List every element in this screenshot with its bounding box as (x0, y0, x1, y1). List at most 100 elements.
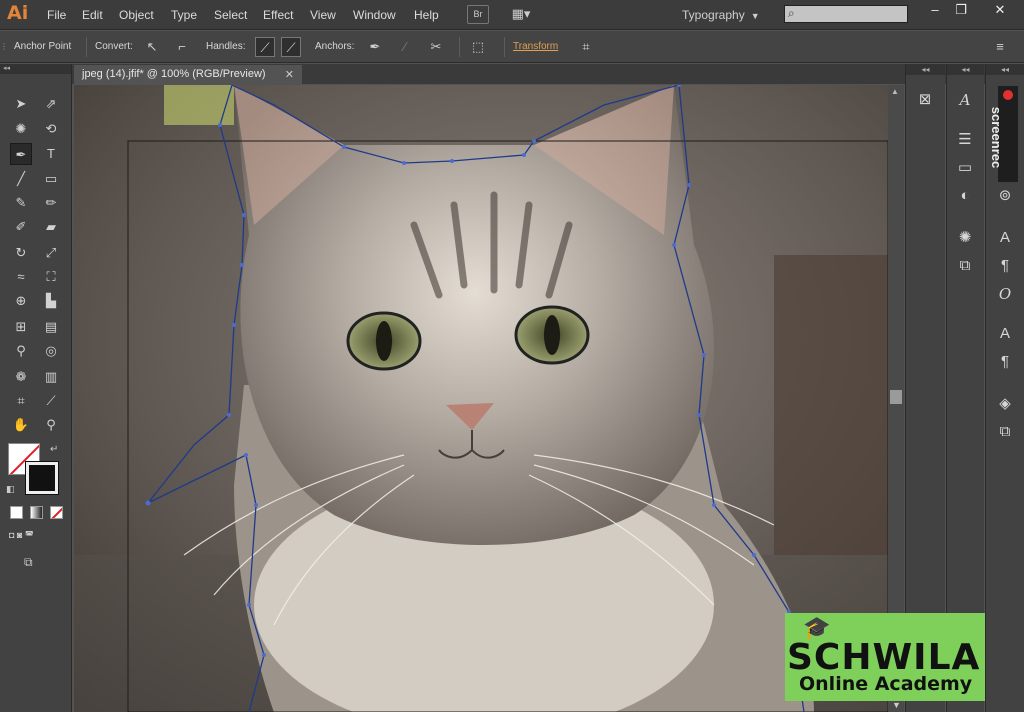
gradient-mode-icon[interactable] (30, 506, 43, 519)
menu-file[interactable]: File (47, 8, 66, 22)
workspace-switcher[interactable]: Typography ▼ (682, 8, 760, 22)
column-graph-tool-icon[interactable]: ▥ (40, 366, 62, 388)
grip-icon: ⋮ (0, 42, 8, 51)
hide-handles-icon[interactable]: ⟋ (281, 37, 301, 57)
rectangle-tool-icon[interactable]: ▭ (40, 168, 62, 190)
workspace-label: Typography (682, 8, 745, 22)
menu-select[interactable]: Select (214, 8, 247, 22)
close-icon[interactable]: ✕ (285, 68, 294, 81)
show-handles-icon[interactable]: ⟋ (255, 37, 275, 57)
layers-icon[interactable]: ◈ (992, 392, 1018, 416)
selection-tool-icon[interactable]: ➤ (10, 93, 32, 115)
paragraph-icon[interactable]: ¶ (992, 254, 1018, 278)
free-transform-tool-icon[interactable]: ⛶ (40, 266, 62, 288)
zoom-tool-icon[interactable]: ⚲ (40, 414, 62, 436)
restore-button[interactable]: ❐ (944, 0, 978, 20)
rotate-tool-icon[interactable]: ↻ (10, 242, 32, 264)
menu-effect[interactable]: Effect (263, 8, 293, 22)
perspective-grid-tool-icon[interactable]: ▙ (40, 290, 62, 312)
menu-object[interactable]: Object (119, 8, 154, 22)
cat-photo (74, 85, 888, 712)
draw-mode-icons[interactable]: ◘ ◙ ◚ (9, 530, 65, 544)
appearance-icon[interactable]: ✺ (952, 226, 978, 250)
slice-tool-icon[interactable]: ⟋ (40, 390, 62, 412)
scroll-down-icon[interactable]: ▼ (892, 700, 901, 710)
screen-mode-icon[interactable]: ⧉ (24, 555, 46, 569)
character-style-icon[interactable]: A (952, 88, 978, 112)
collapse-icon[interactable]: ◂◂ (947, 64, 984, 75)
warp-tool-icon[interactable]: ≈ (10, 266, 32, 288)
align-icon[interactable]: ⌗ (576, 37, 596, 57)
scroll-thumb[interactable] (890, 390, 902, 404)
document-tab-title: jpeg (14).jfif* @ 100% (RGB/Preview) (82, 68, 266, 80)
eyedropper-tool-icon[interactable]: ⚲ (10, 340, 32, 362)
artboards-icon[interactable]: ⧉ (992, 420, 1018, 444)
collapse-icon[interactable]: ◂◂ (986, 64, 1024, 75)
close-button[interactable]: ✕ (980, 0, 1020, 20)
character-styles-icon[interactable]: A (992, 322, 1018, 346)
convert-smooth-icon[interactable]: ⌐ (172, 37, 192, 57)
opentype-icon[interactable]: O (992, 282, 1018, 306)
handles-label: Handles: (206, 41, 246, 52)
type-tool-icon[interactable]: T (40, 143, 62, 165)
anchor-point-label: Anchor Point (14, 41, 72, 52)
scroll-up-icon[interactable]: ▲ (891, 87, 899, 96)
watermark-title: SCHWILA (787, 637, 981, 678)
pen-tool-icon[interactable]: ✒ (10, 143, 32, 165)
menu-bar: Ai File Edit Object Type Select Effect V… (0, 0, 1024, 30)
document-tab[interactable]: jpeg (14).jfif* @ 100% (RGB/Preview) ✕ (74, 65, 302, 85)
menu-help[interactable]: Help (414, 8, 439, 22)
menu-view[interactable]: View (310, 8, 336, 22)
arrange-documents-icon[interactable]: ▦▾ (506, 5, 536, 24)
isolate-icon[interactable]: ⬚ (468, 37, 488, 57)
paintbrush-tool-icon[interactable]: ✎ (10, 192, 32, 214)
convert-label: Convert: (95, 41, 133, 52)
gradient-panel-icon[interactable]: ▭ (952, 156, 978, 180)
none-mode-icon[interactable] (50, 506, 63, 519)
cut-path-icon[interactable]: ✂ (426, 37, 446, 57)
default-fill-stroke-icon[interactable]: ◧ (6, 484, 15, 495)
connect-anchors-icon[interactable]: ⁄ (395, 37, 415, 57)
direct-selection-tool-icon[interactable]: ⇗ (40, 93, 62, 115)
eraser-tool-icon[interactable]: ▰ (40, 216, 62, 238)
blob-brush-tool-icon[interactable]: ✐ (10, 216, 32, 238)
search-input[interactable]: ⌕ (784, 5, 908, 23)
artboard-canvas[interactable] (74, 85, 888, 712)
stroke-swatch[interactable] (25, 461, 59, 495)
anchors-label: Anchors: (315, 41, 355, 52)
transparency-icon[interactable]: ◐ (952, 184, 978, 208)
scale-tool-icon[interactable]: ⤢ (40, 242, 62, 264)
brush-panel-icon[interactable]: ⊚ (992, 184, 1018, 208)
blend-tool-icon[interactable]: ◎ (40, 340, 62, 362)
search-icon: ⌕ (788, 6, 795, 20)
color-mode-icon[interactable] (10, 506, 23, 519)
artboard-tool-icon[interactable]: ⌗ (10, 390, 32, 412)
stroke-icon[interactable]: ☰ (952, 128, 978, 152)
lasso-tool-icon[interactable]: ⟲ (40, 118, 62, 140)
shape-builder-tool-icon[interactable]: ⊕ (10, 290, 32, 312)
swap-fill-stroke-icon[interactable]: ↵ (50, 444, 58, 455)
panel-menu-icon[interactable]: ≡ (990, 37, 1010, 57)
magic-wand-tool-icon[interactable]: ✺ (10, 118, 32, 140)
transform-link[interactable]: Transform (513, 41, 558, 52)
screenrec-plugin[interactable]: screenrec (989, 86, 1018, 182)
character-icon[interactable]: A (992, 226, 1018, 250)
pencil-tool-icon[interactable]: ✏ (40, 192, 62, 214)
control-bar: ⋮ Anchor Point Convert: ↖ ⌐ Handles: ⟋ ⟋… (0, 31, 1024, 63)
gradient-tool-icon[interactable]: ▤ (40, 316, 62, 338)
symbol-sprayer-tool-icon[interactable]: ❁ (10, 366, 32, 388)
menu-type[interactable]: Type (171, 8, 197, 22)
image-icon[interactable]: ⊠ (912, 88, 938, 112)
convert-corner-icon[interactable]: ↖ (142, 37, 162, 57)
graphic-style-icon[interactable]: ⧉ (952, 254, 978, 278)
collapse-icon[interactable]: ◂◂ (0, 64, 71, 74)
line-tool-icon[interactable]: ╱ (10, 168, 32, 190)
bridge-button[interactable]: Br (467, 5, 489, 24)
hand-tool-icon[interactable]: ✋ (10, 414, 32, 436)
menu-edit[interactable]: Edit (82, 8, 103, 22)
mesh-tool-icon[interactable]: ⊞ (10, 316, 32, 338)
paragraph-styles-icon[interactable]: ¶ (992, 350, 1018, 374)
remove-anchor-icon[interactable]: ✒ (365, 37, 385, 57)
collapse-icon[interactable]: ◂◂ (906, 64, 945, 75)
menu-window[interactable]: Window (353, 8, 396, 22)
